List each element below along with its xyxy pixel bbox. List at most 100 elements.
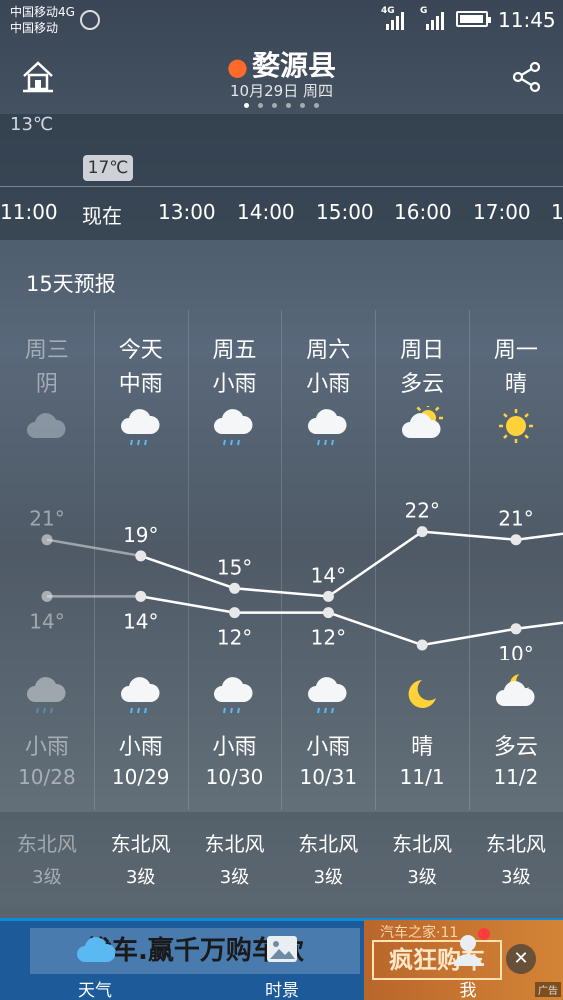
wind-direction: 东北风: [298, 832, 359, 856]
high-temp-label: 21°: [498, 507, 533, 531]
header-date: 10月29日 周四: [230, 82, 333, 100]
wind-direction: 东北风: [485, 832, 546, 856]
hour-label: 17:00: [473, 200, 531, 224]
sun-icon: [494, 406, 538, 446]
cloud-icon: [75, 930, 116, 970]
signal-icon: [386, 8, 404, 30]
share-icon[interactable]: [510, 60, 544, 94]
cloudy-night-icon: [494, 674, 538, 714]
forecast-date: 10/28: [18, 765, 76, 789]
page-dot: [286, 103, 291, 108]
temperature-chart: 21° 14° 19° 14° 15° 12° 14° 12° 22° 8° 21° 10°: [29, 499, 563, 660]
hour-label: 11:00: [0, 200, 58, 224]
photo-icon: [262, 930, 302, 970]
wind-level: 3级: [501, 867, 531, 888]
forecast-date: 11/2: [493, 765, 539, 789]
wind-info: 东北风 3级: [469, 828, 563, 888]
low-temp-point: [135, 590, 147, 602]
forecast-date: 11/1: [399, 765, 445, 789]
page-dot: [258, 103, 263, 108]
location-pin-icon: ●: [227, 53, 248, 81]
wind-info: 东北风 3级: [94, 828, 188, 888]
forecast-day-condition: 阴: [35, 372, 58, 397]
moon-icon: [400, 674, 444, 714]
forecast-night-condition: 晴: [411, 735, 434, 760]
high-temp-segment: [234, 587, 329, 598]
hourly-temp-line: [0, 186, 563, 187]
wind-level: 3级: [32, 867, 62, 888]
low-temp-segment: [515, 621, 563, 631]
page-indicator: [0, 103, 563, 108]
low-temp-label: 12°: [311, 626, 346, 650]
low-temp-label: 10°: [498, 642, 533, 660]
low-temp-point: [416, 639, 428, 651]
forecast-day-name: 今天: [118, 338, 163, 363]
rain-icon: [119, 674, 163, 714]
page-dot: [244, 103, 249, 108]
hour-label: 15:00: [316, 200, 374, 224]
low-temp-point: [229, 607, 241, 619]
low-temp-label: 8°: [411, 658, 434, 660]
tab-label: 天气: [78, 981, 112, 1000]
rain-icon: [25, 674, 69, 714]
wind-level: 3级: [313, 867, 344, 888]
forecast-date: 10/29: [111, 765, 170, 789]
forecast-day-condition: 小雨: [306, 372, 351, 397]
low-temp-label: 12°: [217, 626, 252, 650]
high-temp-point: [510, 534, 522, 546]
forecast-day-condition: 中雨: [118, 372, 163, 397]
city-title[interactable]: ● 婺源县: [0, 44, 563, 84]
page-dot: [314, 103, 319, 108]
high-temp-point: [135, 550, 147, 562]
high-temp-label: 21°: [29, 507, 64, 531]
forecast-date: 10/30: [205, 765, 264, 789]
wind-info: 东北风 3级: [281, 828, 375, 888]
low-temp-point: [322, 607, 334, 619]
notification-badge: [478, 928, 490, 940]
page-dot: [300, 103, 305, 108]
forecast-night-condition: 多云: [493, 735, 538, 760]
forecast-day-name: 周三: [24, 338, 69, 363]
forecast-day-condition: 小雨: [212, 372, 257, 397]
high-temp-point: [322, 590, 334, 602]
rain-icon: [306, 406, 350, 446]
low-temp-label: 14°: [29, 609, 64, 633]
forecast-day-name: 周日: [400, 338, 445, 363]
high-temp-point: [229, 582, 241, 594]
current-temp-bubble: 17℃: [83, 155, 133, 181]
high-temp-label: 15°: [217, 555, 252, 579]
page-dot: [272, 103, 277, 108]
battery-icon: [456, 11, 491, 27]
forecast-night-condition: 小雨: [306, 735, 351, 760]
low-temp-label: 14°: [123, 609, 158, 633]
hour-label: 14:00: [237, 200, 295, 224]
wind-info: 东北风 3级: [375, 828, 469, 888]
wind-info: 东北风 3级: [188, 828, 282, 888]
high-temp-label: 19°: [123, 523, 158, 547]
city-name: 婺源县: [251, 49, 336, 82]
high-temp-label: 14°: [311, 563, 346, 587]
status-time: 11:45: [498, 8, 556, 32]
carrier-label: 中国移动4G: [10, 5, 75, 19]
forecast-title: 15天预报: [26, 272, 116, 296]
hour-label: 现在: [82, 204, 122, 228]
wind-direction: 东北风: [16, 832, 77, 856]
high-temp-label: 22°: [404, 499, 439, 523]
wind-level: 3级: [219, 867, 250, 888]
low-temp-point: [41, 590, 53, 602]
ad-right-title: 汽车之家·11: [380, 925, 459, 941]
forecast-night-condition: 小雨: [118, 735, 163, 760]
rain-icon: [119, 406, 163, 446]
forecast-night-condition: 小雨: [24, 735, 69, 760]
wind-direction: 东北风: [392, 832, 453, 856]
wind-direction: 东北风: [110, 832, 171, 856]
rain-icon: [306, 674, 350, 714]
hourly-min-temp: 13℃: [10, 114, 54, 135]
tab-label: 我: [459, 981, 477, 1000]
partly-cloudy-icon: [400, 403, 444, 446]
close-icon[interactable]: ✕: [506, 944, 536, 974]
wind-direction: 东北风: [204, 832, 265, 856]
high-temp-point: [41, 534, 53, 546]
high-temp-segment: [422, 530, 517, 541]
hour-label: 1: [551, 200, 563, 224]
